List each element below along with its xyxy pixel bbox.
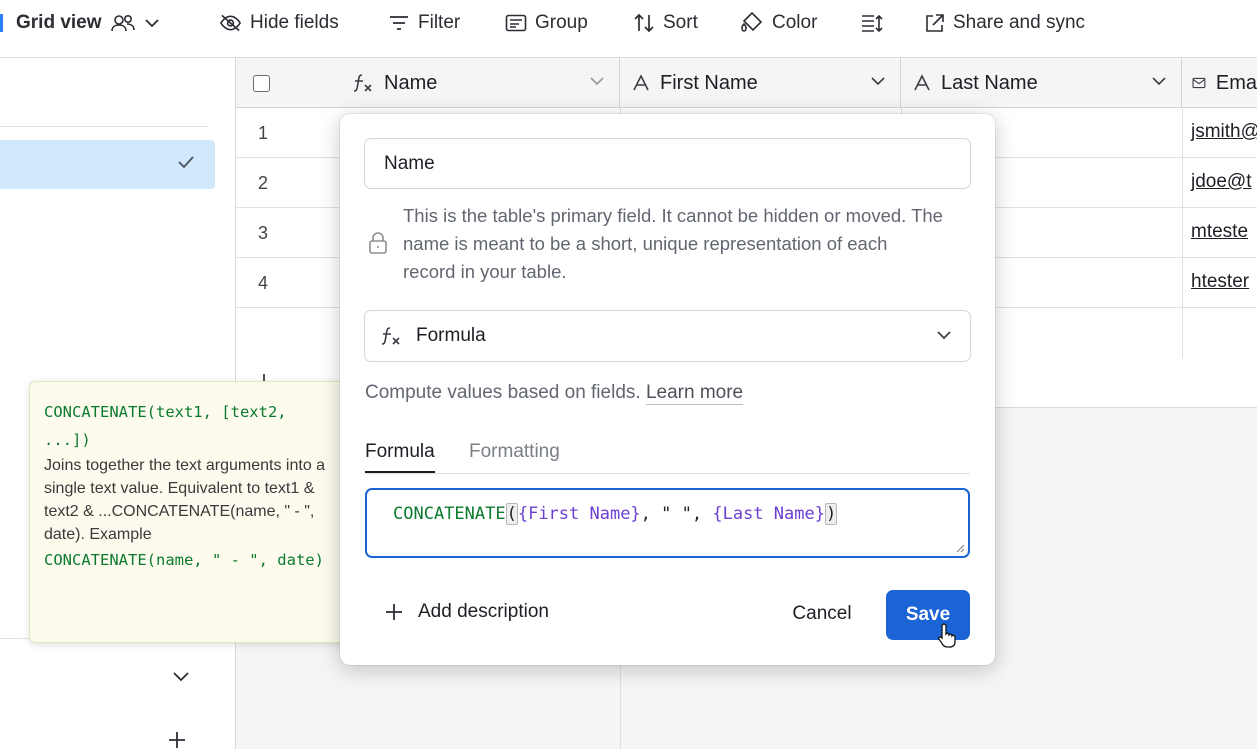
primary-field-note: This is the table's primary field. It ca… [403,205,943,282]
sidebar-item-selected[interactable] [0,140,215,189]
email-cell[interactable]: htester [1191,271,1249,293]
row-number: 4 [258,273,269,293]
collaborators-icon [110,14,135,32]
field-type-label: Formula [416,325,486,346]
group-label: Group [535,12,588,33]
formula-separator: , [691,504,713,524]
column-header-label: Ema [1215,71,1257,94]
tab-formatting[interactable]: Formatting [469,441,560,463]
field-name-input[interactable]: Name [364,138,971,189]
formula-open-paren: ( [505,503,518,525]
text-icon [914,74,930,91]
share-and-sync-label: Share and sync [953,12,1086,33]
formula-field-ref: {Last Name} [712,504,825,524]
chevron-down-icon [590,77,604,86]
add-icon[interactable] [167,730,187,749]
email-cell[interactable]: jsmith@ [1191,121,1257,143]
chevron-down-icon[interactable] [172,670,190,682]
email-cell[interactable]: mteste [1191,221,1248,243]
color-button[interactable]: Color [740,10,817,36]
color-label: Color [772,12,818,33]
column-header-label: Name [384,71,438,94]
formula-string-literal: " " [661,504,692,524]
formula-close-paren: ) [824,503,838,525]
add-description-button[interactable]: Add description [384,601,549,623]
hide-fields-button[interactable]: Hide fields [219,10,339,36]
share-icon [926,14,944,32]
formula-field-ref: {First Name} [517,504,641,524]
learn-more-link[interactable]: Learn more [645,382,744,405]
column-header-label: First Name [660,71,758,94]
function-description: Joins together the text arguments into a… [44,457,326,543]
field-type-help: Compute values based on fields. Learn mo… [365,382,744,405]
chevron-down-icon [937,331,951,340]
filter-icon [390,16,408,30]
filter-button[interactable]: Filter [388,10,460,36]
select-all-checkbox[interactable] [253,75,270,92]
column-header-name[interactable]: Name [236,58,620,108]
group-button[interactable]: Group [505,10,588,36]
field-type-select[interactable]: Formula [364,310,971,362]
formula-function: CONCATENATE [393,504,506,524]
row-number: 1 [258,123,269,143]
formula-tabs: Formula Formatting [365,440,970,474]
column-header-email[interactable]: Ema [1182,58,1257,108]
lock-icon [369,232,387,254]
chevron-down-icon [1152,77,1166,86]
group-icon [505,14,527,32]
row-number: 3 [258,223,269,243]
tab-formula[interactable]: Formula [365,441,435,473]
formula-icon [353,74,372,92]
sort-label: Sort [663,12,698,33]
formula-editor[interactable]: CONCATENATE({First Name}, " ", {Last Nam… [365,488,970,558]
view-accent-bar [0,14,3,32]
email-icon [1192,77,1206,89]
hide-fields-label: Hide fields [250,12,339,33]
chevron-down-icon [144,19,159,28]
email-cell[interactable]: jdoe@t [1191,171,1252,193]
view-toolbar: Grid view Hide fields Filter Group Sort … [0,0,1257,58]
field-name-value: Name [384,152,435,174]
resize-handle-icon[interactable] [955,543,965,553]
paint-bucket-icon [741,12,763,32]
row-height-icon [862,14,883,33]
compute-text: Compute values based on fields. [365,382,641,403]
eye-slash-icon [219,14,242,32]
function-example: CONCATENATE(name, " - ", date) [44,551,324,569]
checkmark-icon [178,156,194,169]
view-switcher[interactable]: Grid view [16,10,160,36]
chevron-down-icon [871,77,885,86]
column-header-first-name[interactable]: First Name [620,58,901,108]
formula-icon [381,327,400,345]
function-help-tooltip: CONCATENATE(text1, [text2, ...]) Joins t… [29,381,346,643]
filter-label: Filter [418,12,461,33]
sidebar-divider [0,126,209,127]
column-header-label: Last Name [941,71,1038,94]
text-icon [633,74,649,91]
hand-pointer-icon [937,623,956,648]
add-description-label: Add description [418,601,549,622]
column-header-last-name[interactable]: Last Name [901,58,1182,108]
row-height-button[interactable] [860,10,884,36]
function-signature: CONCATENATE(text1, [text2, ...]) [44,403,287,449]
share-and-sync-button[interactable]: Share and sync [924,10,1085,36]
view-name: Grid view [16,12,102,33]
formula-separator: , [640,504,662,524]
field-config-dialog: Name This is the table's primary field. … [340,114,995,665]
sort-button[interactable]: Sort [633,10,698,36]
add-icon [386,604,402,620]
grid-header: Name First Name Last Name Ema [236,58,1257,108]
cancel-button[interactable]: Cancel [778,590,866,638]
sort-icon [634,13,654,33]
row-number: 2 [258,173,269,193]
